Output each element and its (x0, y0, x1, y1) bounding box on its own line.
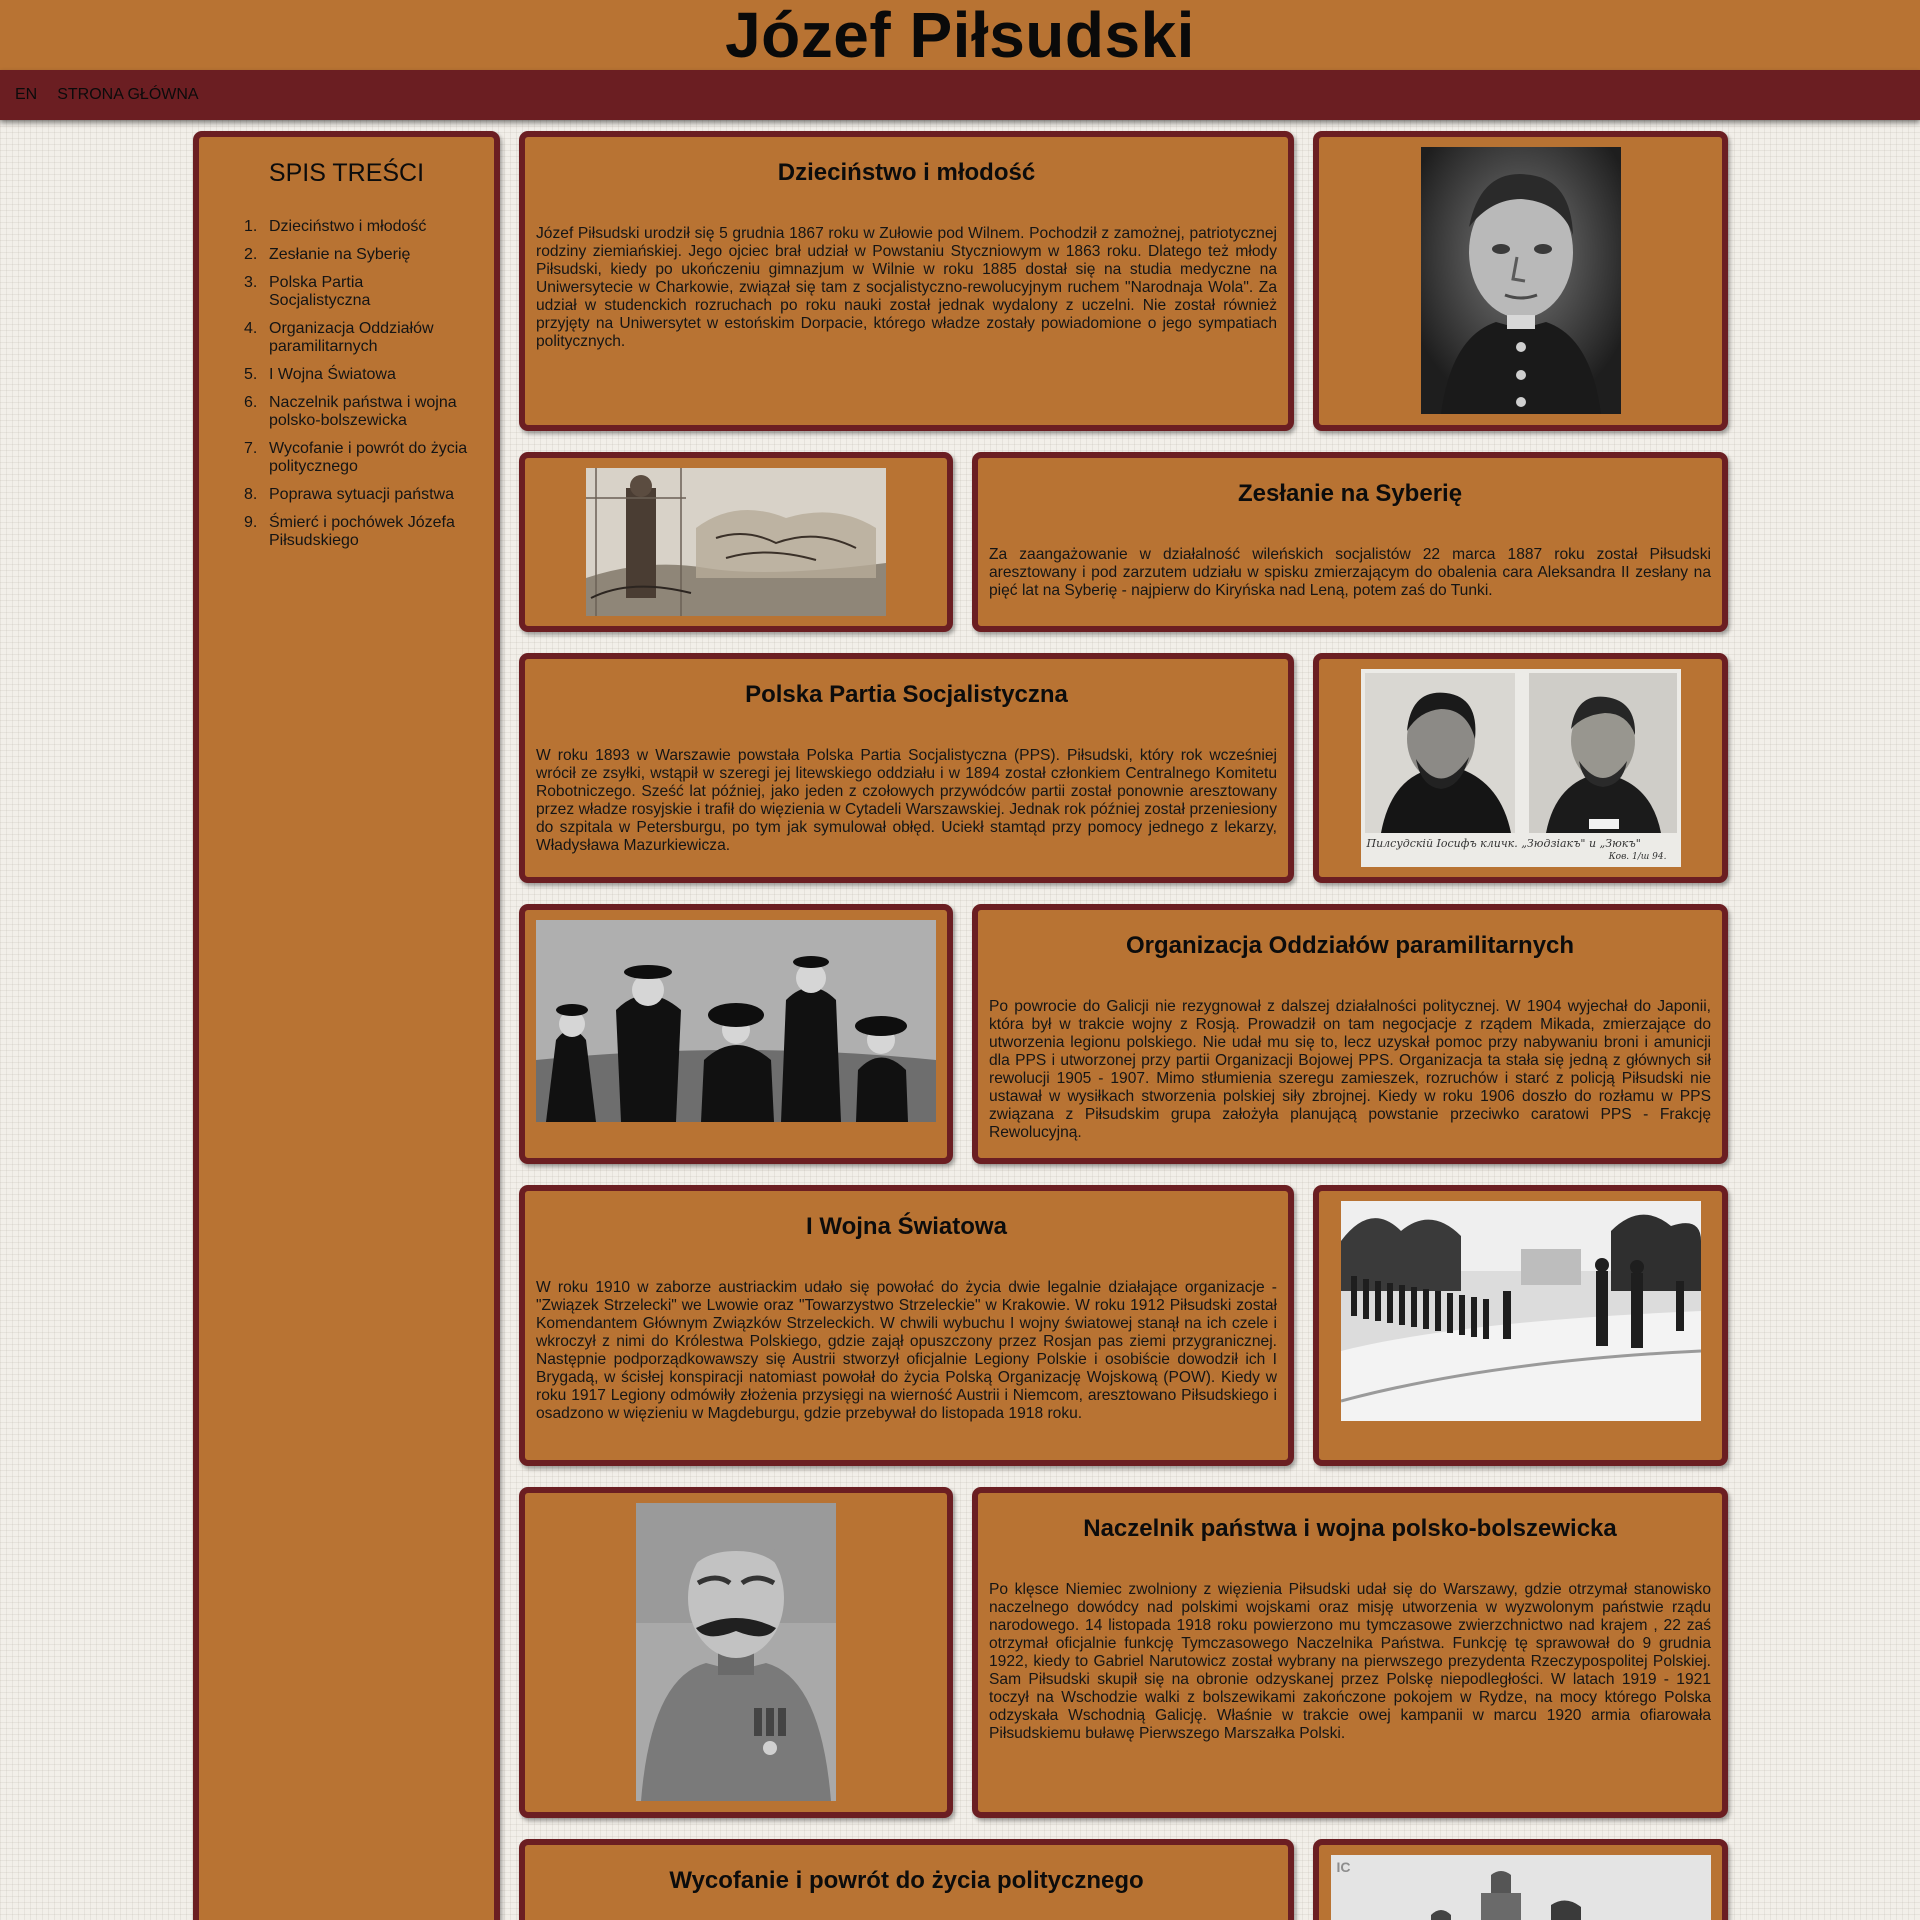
toc-list: 1. Dzieciństwo i młodość 2. Zesłanie na Sy… (244, 218, 469, 550)
young-pilsudski-portrait-image (1420, 147, 1621, 414)
toc-item-paramilitary[interactable]: 4. Organizacja Oddziałów paramilitarnych (244, 320, 469, 356)
toc-number: 6. (244, 394, 258, 411)
section-childhood: Dzieciństwo i młodość Józef Piłsudski ur… (519, 131, 1294, 431)
toc-label: Dzieciństwo i młodość (269, 218, 427, 235)
section-title: Polska Partia Socjalistyczna (745, 681, 1068, 708)
section-title: Naczelnik państwa i wojna polsko-bolszew… (1083, 1515, 1617, 1542)
toc-number: 1. (244, 218, 258, 235)
marshal-portrait-image (636, 1503, 836, 1801)
toc-number: 8. (244, 486, 258, 503)
photo-box-withdrawal: IC (1313, 1839, 1728, 1920)
toc-number: 3. (244, 274, 258, 291)
toc-item-ww1[interactable]: 5. I Wojna Światowa (244, 366, 469, 384)
toc-number: 2. (244, 246, 258, 263)
toc-label: Poprawa sytuacji państwa (269, 486, 454, 503)
police-mugshot-image: Пилсудскiй Іосифъ кличк. „Зюдзiакъ" и „З… (1360, 669, 1681, 867)
withdrawal-photo-image: IC (1330, 1855, 1711, 1920)
section-title: Zesłanie na Syberię (1237, 480, 1463, 507)
section-text: Józef Piłsudski urodził się 5 grudnia 18… (536, 225, 1277, 350)
section-text: W roku 1910 w zaborze austriackim udało … (536, 1279, 1277, 1422)
toc-number: 7. (244, 440, 258, 457)
toc-item-childhood[interactable]: 1. Dzieciństwo i młodość (244, 218, 469, 236)
photo-box-siberia (519, 452, 953, 632)
toc-label: Wycofanie i powrót do życia politycznego (269, 440, 468, 475)
section-paramilitary: Organizacja Oddziałów paramilitarnych Po… (972, 904, 1728, 1164)
toc-sidebar: SPIS TREŚCI 1. Dzieciństwo i młodość 2. Ze… (193, 131, 500, 1920)
toc-number: 5. (244, 366, 258, 383)
toc-title: SPIS TREŚCI (268, 159, 425, 187)
site-title: Józef Piłsudski (725, 0, 1195, 71)
toc-item-pps[interactable]: 3. Polska Partia Socjalistyczna (244, 274, 469, 310)
toc-label: Śmierć i pochówek Józefa Piłsudskiego (269, 514, 455, 549)
section-pps: Polska Partia Socjalistyczna W roku 1893… (519, 653, 1294, 883)
photo-box-head-of-state (519, 1487, 953, 1818)
toc-label: Naczelnik państwa i wojna polsko-bolszew… (269, 394, 457, 429)
exile-sketch-image (586, 468, 886, 616)
section-title: Wycofanie i powrót do życia politycznego (669, 1867, 1144, 1894)
toc-number: 9. (244, 514, 258, 531)
site-header: Józef Piłsudski (0, 0, 1920, 70)
toc-label: Polska Partia Socjalistyczna (269, 274, 371, 309)
nav-link-home[interactable]: STRONA GŁÓWNA (57, 86, 198, 104)
toc-item-state-improvement[interactable]: 8. Poprawa sytuacji państwa (244, 486, 469, 504)
photo-box-ww1 (1313, 1185, 1728, 1466)
photo-box-childhood (1313, 131, 1728, 431)
mugshot-caption-date: Ков. 1/ш 94. (1608, 852, 1667, 862)
section-title: Dzieciństwo i młodość (777, 159, 1036, 186)
section-withdrawal: Wycofanie i powrót do życia politycznego (519, 1839, 1294, 1920)
section-siberia: Zesłanie na Syberię Za zaangażowanie w d… (972, 452, 1728, 632)
section-head-of-state: Naczelnik państwa i wojna polsko-bolszew… (972, 1487, 1728, 1818)
photo-box-pps: Пилсудскiй Іосифъ кличк. „Зюдзiакъ" и „З… (1313, 653, 1728, 883)
section-text: Po klęsce Niemiec zwolniony z więzienia … (989, 1581, 1711, 1742)
section-title: I Wojna Światowa (806, 1213, 1007, 1240)
toc-item-withdrawal[interactable]: 7. Wycofanie i powrót do życia polityczne… (244, 440, 469, 476)
toc-number: 4. (244, 320, 258, 337)
section-title: Organizacja Oddziałów paramilitarnych (1125, 932, 1575, 959)
toc-label: I Wojna Światowa (269, 366, 396, 383)
toc-label: Zesłanie na Syberię (269, 246, 411, 263)
section-text: Po powrocie do Galicji nie rezygnował z … (989, 998, 1711, 1141)
section-text: W roku 1893 w Warszawie powstała Polska … (536, 747, 1277, 854)
toc-item-siberia[interactable]: 2. Zesłanie na Syberię (244, 246, 469, 264)
photo-watermark: IC (1336, 1859, 1351, 1875)
nav-link-english[interactable]: EN (15, 86, 37, 104)
toc-item-death[interactable]: 9. Śmierć i pochówek Józefa Piłsudskiego (244, 514, 469, 550)
toc-item-head-of-state[interactable]: 6. Naczelnik państwa i wojna polsko-bolsz… (244, 394, 469, 430)
group-photo-image (536, 920, 936, 1122)
mugshot-caption: Пилсудскiй Іосифъ кличк. „Зюдзiакъ" и „З… (1366, 837, 1641, 850)
legion-march-image (1340, 1201, 1701, 1421)
section-ww1: I Wojna Światowa W roku 1910 w zaborze a… (519, 1185, 1294, 1466)
nav-bar: EN STRONA GŁÓWNA (0, 70, 1920, 120)
toc-label: Organizacja Oddziałów paramilitarnych (269, 320, 434, 355)
section-text: Za zaangażowanie w działalność wileńskic… (989, 546, 1711, 599)
photo-box-paramilitary (519, 904, 953, 1164)
